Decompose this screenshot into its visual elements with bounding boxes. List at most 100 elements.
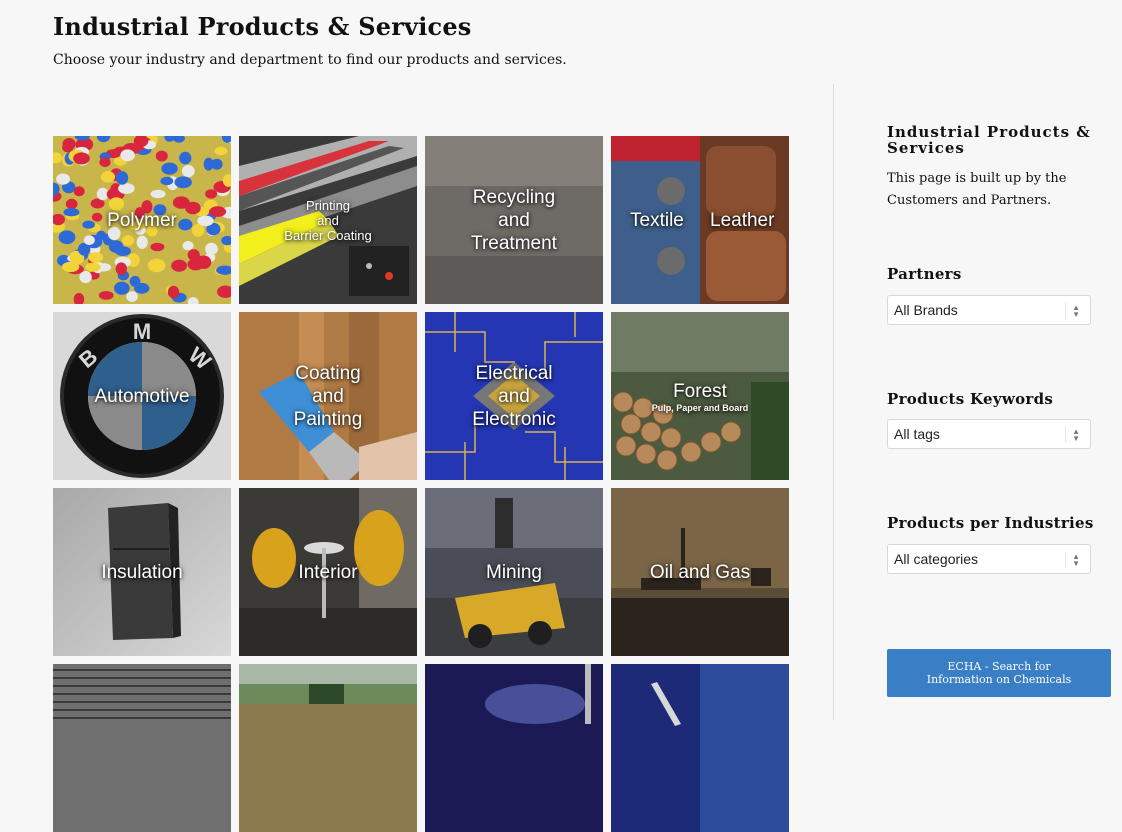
polymer-pellet (63, 208, 80, 217)
tile-recycling[interactable]: Recycling and Treatment (425, 136, 603, 304)
select-arrows-icon: ▲ ▼ (1065, 552, 1080, 568)
tile-construction[interactable] (611, 664, 789, 832)
industries-label: Products per Industries (887, 514, 1094, 532)
polymer-pellet (115, 262, 127, 276)
polymer-pellet (205, 242, 218, 256)
polymer-pellet (122, 235, 135, 246)
polymer-pellet (197, 215, 214, 227)
tile-label-leather: Leather (710, 210, 775, 231)
crane-image (611, 664, 789, 832)
polymer-pellet (115, 171, 129, 185)
polymer-pellet (181, 165, 195, 178)
tile-sublabel: Pulp, Paper and Board (651, 402, 749, 413)
polymer-pellet (82, 220, 95, 229)
polymer-pellet (167, 285, 180, 299)
polymer-pellet (179, 151, 192, 165)
tile-label: Oil and Gas (649, 561, 751, 583)
page-title: Industrial Products & Services (53, 12, 472, 41)
keywords-label: Products Keywords (887, 390, 1054, 408)
polymer-pellet (150, 242, 165, 252)
partners-select-value: All Brands (894, 302, 958, 318)
polymer-pellet (96, 230, 107, 240)
polymer-pellet (114, 281, 130, 295)
polymer-pellet (85, 262, 101, 272)
polymer-pellet (171, 259, 187, 272)
industry-grid: Polymer Printing and Barrier Coating Rec… (53, 136, 789, 832)
polymer-pellet (174, 176, 192, 189)
polymer-pellet (83, 235, 95, 246)
night-sky-image (425, 664, 603, 832)
tile-automotive[interactable]: M B W Automotive (53, 312, 231, 480)
polymer-pellet (73, 186, 85, 197)
tile-label: Printing and Barrier Coating (284, 197, 372, 243)
sidebar-title: Industrial Products & Services (887, 123, 1091, 157)
tile-electrical[interactable]: Electrical and Electronic (425, 312, 603, 480)
polymer-pellet (160, 176, 174, 186)
polymer-pellet (73, 152, 90, 165)
tile-energy[interactable] (425, 664, 603, 832)
polymer-pellet (187, 258, 204, 271)
partners-label: Partners (887, 265, 962, 283)
tile-label: Recycling and Treatment (471, 186, 557, 254)
polymer-pellet (182, 241, 194, 251)
industries-select-value: All categories (894, 551, 979, 567)
tile-label-wrap: Forest Pulp, Paper and Board (652, 357, 749, 436)
tile-label: Electrical and Electronic (472, 362, 556, 430)
tile-mining[interactable]: Mining (425, 488, 603, 656)
industries-select[interactable]: All categories ▲ ▼ (887, 544, 1091, 574)
keywords-select-value: All tags (894, 426, 940, 442)
tile-metal-mesh[interactable] (53, 664, 231, 832)
polymer-pellet (161, 162, 178, 175)
select-arrows-icon: ▲ ▼ (1065, 427, 1080, 443)
polymer-pellet (150, 189, 166, 199)
tile-interior[interactable]: Interior (239, 488, 417, 656)
polymer-pellet (65, 198, 78, 210)
keywords-select[interactable]: All tags ▲ ▼ (887, 419, 1091, 449)
polymer-pellet (172, 196, 190, 209)
echa-search-button[interactable]: ECHA - Search for Information on Chemica… (887, 649, 1111, 697)
polymer-pellet (108, 240, 124, 253)
polymer-pellet (178, 218, 193, 231)
partners-select[interactable]: All Brands ▲ ▼ (887, 295, 1091, 325)
polymer-pellet (88, 252, 104, 263)
polymer-pellet (56, 173, 71, 185)
tile-coating[interactable]: Coating and Painting (239, 312, 417, 480)
tile-forest[interactable]: Forest Pulp, Paper and Board (611, 312, 789, 480)
polymer-pellet (79, 271, 92, 284)
tile-polymer[interactable]: Polymer (53, 136, 231, 304)
tile-agriculture[interactable] (239, 664, 417, 832)
polymer-pellet (209, 206, 227, 217)
tile-insulation[interactable]: Insulation (53, 488, 231, 656)
tile-oil-gas[interactable]: Oil and Gas (611, 488, 789, 656)
polymer-pellet (100, 171, 116, 183)
polymer-pellet (211, 158, 223, 170)
polymer-pellet (118, 183, 135, 194)
bmw-logo-text: M (133, 319, 151, 344)
tile-label: Forest (673, 380, 727, 402)
tile-label: Insulation (101, 561, 183, 583)
tile-label: Mining (486, 561, 542, 583)
polymer-pellet (155, 150, 168, 162)
polymer-pellet (99, 157, 111, 168)
tile-textile-leather[interactable]: Textile Leather (611, 136, 789, 304)
polymer-pellet (61, 261, 80, 273)
polymer-pellet (98, 291, 114, 300)
tile-label: Polymer (107, 209, 177, 231)
polymer-pellet (120, 149, 135, 162)
polymer-pellet (62, 142, 74, 153)
polymer-pellet (126, 291, 138, 302)
polymer-pellet (58, 230, 76, 245)
polymer-pellet (136, 235, 148, 249)
tractor-field-image (239, 664, 417, 832)
polymer-pellet (147, 258, 166, 273)
sidebar-description: This page is built up by the Customers a… (887, 171, 1067, 208)
tile-label: Interior (298, 561, 358, 583)
tile-label-textile: Textile (630, 210, 684, 231)
tile-label: Automotive (94, 385, 190, 407)
page-subtitle: Choose your industry and department to f… (53, 52, 567, 68)
polymer-pellet (129, 275, 141, 287)
column-divider (833, 84, 834, 720)
select-arrows-icon: ▲ ▼ (1065, 303, 1080, 319)
tile-label: Coating and Painting (293, 362, 363, 430)
tile-printing[interactable]: Printing and Barrier Coating (239, 136, 417, 304)
